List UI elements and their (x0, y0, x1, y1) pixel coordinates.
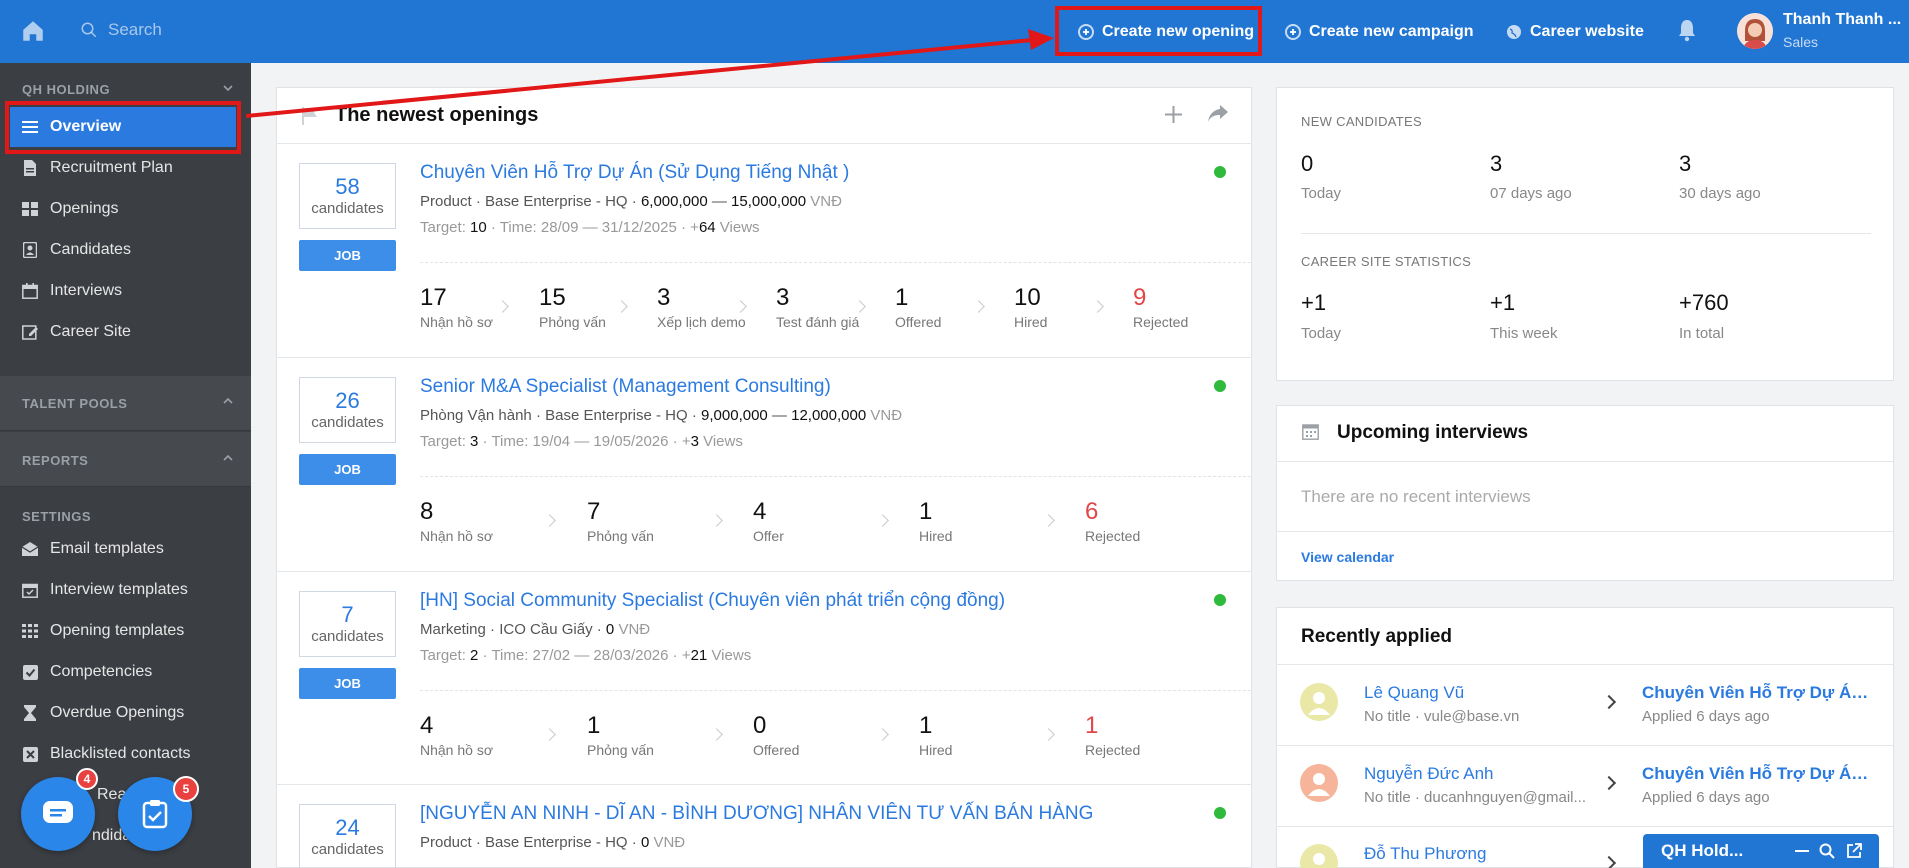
annotation-arrow (245, 29, 1054, 118)
